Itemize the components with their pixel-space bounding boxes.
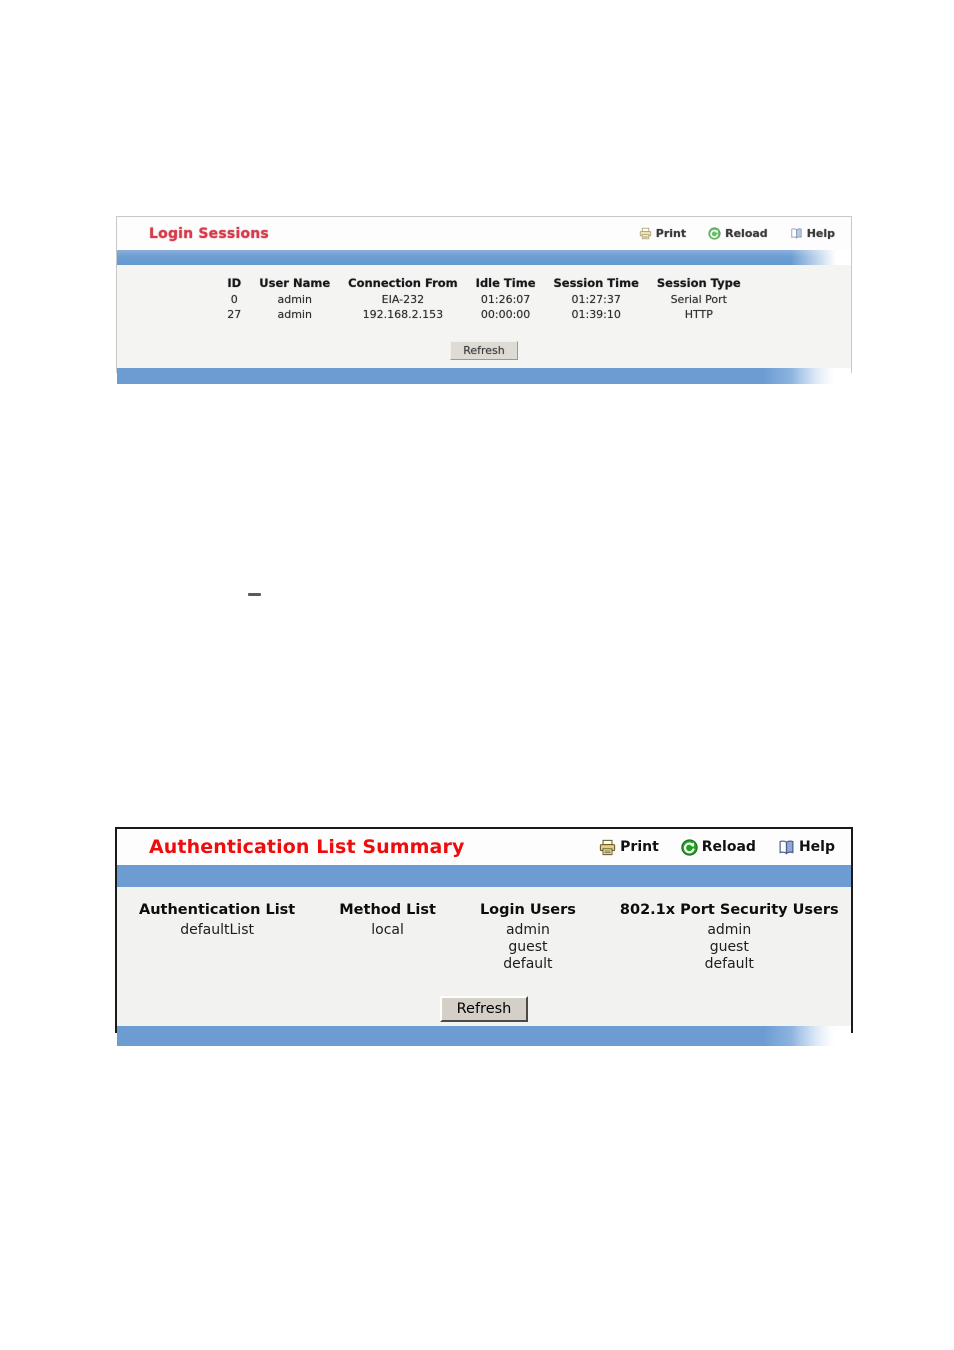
list-item: guest	[508, 939, 548, 955]
printer-icon	[639, 227, 652, 240]
cell-port-security-users: admin guest default	[598, 921, 861, 974]
port-security-users-list: admin guest default	[620, 922, 839, 973]
authentication-list-table: Authentication List Method List Login Us…	[117, 902, 861, 974]
table-row: 27 admin 192.168.2.153 00:00:00 01:39:10…	[218, 307, 749, 322]
column-header-idle-time: Idle Time	[475, 276, 536, 290]
column-header-login-users: Login Users	[479, 902, 576, 918]
cell-session-type: HTTP	[684, 308, 713, 321]
cell-id: 0	[230, 293, 238, 306]
authentication-list-summary-header: Authentication List Summary Print Reload…	[117, 829, 851, 865]
help-label: Help	[806, 227, 835, 240]
print-label: Print	[620, 839, 659, 855]
cell-session-time: 01:39:10	[571, 308, 621, 321]
reload-button[interactable]: Reload	[708, 227, 768, 240]
print-button[interactable]: Print	[599, 839, 659, 856]
column-header-user-name: User Name	[259, 276, 331, 290]
reload-icon	[708, 227, 721, 240]
stray-dash-mark	[248, 593, 261, 596]
help-book-icon	[790, 227, 803, 240]
cell-login-users: admin guest default	[458, 921, 598, 974]
reload-label: Reload	[725, 227, 768, 240]
refresh-button[interactable]: Refresh	[450, 341, 518, 360]
login-sessions-body: ID User Name Connection From Idle Time S…	[117, 265, 851, 368]
column-header-connection-from: Connection From	[348, 276, 458, 290]
column-header-authentication-list: Authentication List	[139, 902, 296, 918]
cell-idle-time: 00:00:00	[480, 308, 531, 321]
table-header-row: Authentication List Method List Login Us…	[117, 902, 861, 921]
cell-session-type: Serial Port	[670, 293, 727, 306]
footer-divider-bar	[117, 368, 851, 384]
print-label: Print	[655, 227, 687, 240]
cell-user-name: admin	[277, 308, 312, 321]
reload-label: Reload	[701, 839, 756, 855]
footer-divider-bar	[117, 1026, 851, 1046]
help-button[interactable]: Help	[790, 227, 835, 240]
reload-button[interactable]: Reload	[681, 838, 756, 856]
reload-icon	[681, 838, 698, 856]
table-header-row: ID User Name Connection From Idle Time S…	[218, 276, 749, 292]
column-header-id: ID	[227, 276, 242, 290]
cell-idle-time: 01:26:07	[480, 293, 531, 306]
header-divider-bar	[117, 250, 851, 265]
cell-user-name: admin	[277, 293, 312, 306]
help-button[interactable]: Help	[778, 839, 835, 856]
list-item: default	[503, 956, 553, 972]
cell-connection-from: EIA-232	[381, 293, 425, 306]
column-header-port-security-users: 802.1x Port Security Users	[619, 902, 839, 918]
list-item: default	[704, 956, 754, 972]
panel-toolbar: Print Reload Help	[639, 227, 851, 240]
list-item: admin	[505, 922, 550, 938]
authentication-list-summary-body: Authentication List Method List Login Us…	[117, 887, 851, 1026]
refresh-button[interactable]: Refresh	[439, 996, 529, 1022]
column-header-session-time: Session Time	[553, 276, 639, 290]
print-button[interactable]: Print	[639, 227, 686, 240]
table-row: 0 admin EIA-232 01:26:07 01:27:37 Serial…	[218, 292, 749, 307]
list-item: admin	[707, 922, 752, 938]
cell-session-time: 01:27:37	[571, 293, 621, 306]
printer-icon	[599, 839, 616, 856]
header-divider-bar	[117, 865, 851, 887]
panel-toolbar: Print Reload Help	[599, 838, 851, 856]
cell-id: 27	[227, 308, 242, 321]
cell-method-list: local	[371, 922, 404, 938]
login-users-list: admin guest default	[480, 922, 576, 973]
authentication-list-summary-panel: Authentication List Summary Print Reload…	[115, 827, 853, 1046]
login-sessions-table: ID User Name Connection From Idle Time S…	[218, 276, 749, 322]
cell-connection-from: 192.168.2.153	[362, 308, 444, 321]
login-sessions-header: Login Sessions Print Reload Help	[117, 217, 851, 250]
table-row: defaultList local admin guest default ad…	[117, 921, 861, 974]
page-title: Login Sessions	[149, 225, 269, 242]
column-header-session-type: Session Type	[656, 276, 741, 290]
help-book-icon	[778, 839, 795, 856]
login-sessions-panel: Login Sessions Print Reload Help ID User…	[116, 216, 852, 384]
help-label: Help	[798, 839, 835, 855]
list-item: guest	[709, 939, 749, 955]
page-title: Authentication List Summary	[149, 836, 465, 858]
column-header-method-list: Method List	[339, 902, 436, 918]
cell-authentication-list: defaultList	[180, 922, 254, 938]
